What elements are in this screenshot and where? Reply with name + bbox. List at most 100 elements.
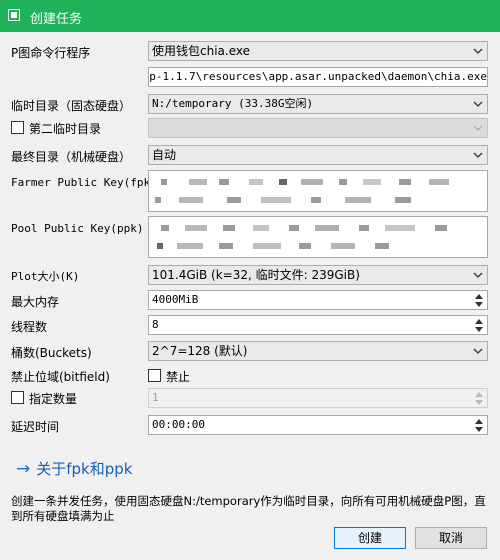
spin-up-icon[interactable] [472,417,486,425]
count-stepper[interactable]: 1 [148,388,488,408]
chia-path-value: C:\Users\Administrator\AppData\Local\Pro… [149,70,487,83]
buckets-select[interactable]: 2^7=128 (默认) [148,341,488,361]
redacted-block [385,225,415,231]
max-memory-value: 4000MiB [152,293,199,306]
chevron-down-icon [472,149,484,161]
threads-label: 线程数 [11,320,48,334]
count-value: 1 [152,391,159,404]
spin-down-icon[interactable] [472,425,486,433]
redacted-block [157,243,163,249]
delay-time-field[interactable]: 00:00:00 [148,415,488,435]
redacted-block [359,225,369,231]
chia-path-field[interactable]: C:\Users\Administrator\AppData\Local\Pro… [148,67,488,87]
pool-key-field[interactable] [148,216,488,258]
redacted-block [435,225,447,231]
redacted-block [399,179,411,185]
app-icon [8,9,20,21]
threads-stepper[interactable]: 8 [148,315,488,335]
redacted-block [189,179,207,185]
chevron-down-icon [472,45,484,57]
redacted-block [261,197,291,203]
redacted-block [253,225,269,231]
redacted-block [223,225,235,231]
spin-down-icon[interactable] [472,398,486,406]
second-temp-label: 第二临时目录 [29,122,102,136]
spin-up-icon[interactable] [472,390,486,398]
farmer-key-field[interactable] [148,170,488,212]
redacted-block [219,243,233,249]
spin-down-icon[interactable] [472,325,486,333]
chevron-down-icon [472,98,484,110]
bitfield-option-label: 禁止 [166,370,191,384]
farmer-key-label: Farmer Public Key(fpk) [11,176,157,189]
plot-size-label: Plot大小(K) [11,270,80,283]
redacted-block [161,179,167,185]
window-title: 创建任务 [30,12,83,27]
spin-buttons[interactable] [472,390,486,406]
final-dir-select[interactable]: 自动 [148,145,488,165]
redacted-block [289,225,299,231]
temp-dir-select[interactable]: N:/temporary (33.38G空闲) [148,94,488,114]
redacted-block [311,197,321,203]
redacted-block [315,225,339,231]
threads-value: 8 [152,318,159,331]
count-label: 指定数量 [29,392,78,406]
final-dir-value: 自动 [152,148,177,162]
buckets-label: 桶数(Buckets) [11,346,92,360]
redacted-block [161,225,169,231]
redacted-block [177,243,203,249]
plot-size-select[interactable]: 101.4GiB (k=32, 临时文件: 239GiB) [148,265,488,285]
redacted-block [179,197,203,203]
delay-label: 延迟时间 [11,420,60,434]
spin-buttons[interactable] [472,417,486,433]
second-temp-checkbox[interactable] [11,121,24,134]
redacted-block [301,179,323,185]
spin-down-icon[interactable] [472,300,486,308]
pool-key-label: Pool Public Key(ppk) [11,222,144,235]
bitfield-label: 禁止位域(bitfield) [11,370,110,384]
fpk-ppk-help-link[interactable]: → 关于fpk和ppk [16,458,132,479]
redacted-block [375,243,389,249]
spin-buttons[interactable] [472,292,486,308]
max-memory-label: 最大内存 [11,295,60,309]
plot-program-select[interactable]: 使用钱包chia.exe [148,41,488,61]
second-temp-select[interactable] [148,118,488,138]
redacted-block [155,197,161,203]
redacted-block [429,179,449,185]
temp-dir-label: 临时目录（固态硬盘） [11,99,132,113]
count-checkbox[interactable] [11,391,24,404]
redacted-block [253,243,281,249]
redacted-block [299,243,311,249]
chevron-down-icon [472,269,484,281]
final-dir-label: 最终目录（机械硬盘） [11,150,132,164]
spin-up-icon[interactable] [472,292,486,300]
spin-buttons[interactable] [472,317,486,333]
redacted-block [227,197,241,203]
temp-dir-value: N:/temporary (33.38G空闲) [152,97,314,110]
plot-program-value: 使用钱包chia.exe [152,44,250,58]
redacted-block [279,179,287,185]
plot-size-value: 101.4GiB (k=32, 临时文件: 239GiB) [152,268,360,282]
redacted-block [331,243,355,249]
redacted-block [219,179,229,185]
delay-value: 00:00:00 [152,418,205,431]
chevron-down-icon [472,345,484,357]
buckets-value: 2^7=128 (默认) [152,344,248,358]
redacted-block [345,197,371,203]
cancel-button[interactable]: 取消 [415,527,487,549]
chevron-down-icon [472,122,484,134]
arrow-right-icon: → [16,459,31,479]
redacted-block [363,179,381,185]
fpk-ppk-link-label: 关于fpk和ppk [36,460,133,478]
redacted-block [185,225,207,231]
spin-up-icon[interactable] [472,317,486,325]
create-button[interactable]: 创建 [334,527,406,549]
title-bar: 创建任务 [0,0,500,32]
redacted-block [249,179,263,185]
task-description: 创建一条并发任务，使用固态硬盘N:/temporary作为临时目录，向所有可用机… [11,494,486,523]
max-memory-stepper[interactable]: 4000MiB [148,290,488,310]
redacted-block [395,197,411,203]
plot-program-label: P图命令行程序 [11,46,91,60]
bitfield-checkbox[interactable] [148,369,161,382]
redacted-block [339,179,347,185]
